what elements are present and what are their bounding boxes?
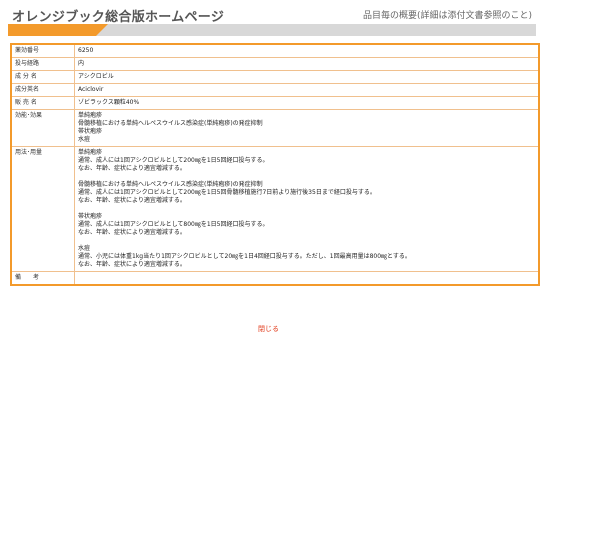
row-label: 販 売 名: [10, 96, 75, 110]
table-row: 備 考: [10, 271, 540, 286]
table-row: 成 分 名アシクロビル: [10, 70, 540, 84]
row-label: 用法･用量: [10, 146, 75, 272]
header-bar: [8, 24, 536, 36]
row-label: 備 考: [10, 271, 75, 286]
table-row: 薬効番号 6250: [10, 43, 540, 58]
table-row: 販 売 名ゾビラックス顆粒40%: [10, 96, 540, 110]
close-link[interactable]: 閉じる: [258, 324, 279, 334]
row-label: 成分英名: [10, 83, 75, 97]
row-value: 単純疱疹 骨髄移植における単純ヘルペスウイルス感染症(単純疱疹)の発症抑制 帯状…: [74, 109, 540, 147]
page-subtitle: 品目毎の概要(詳細は添付文書参照のこと): [362, 11, 532, 21]
header-bar-accent: [8, 24, 108, 36]
row-label: 薬効番号: [10, 43, 75, 58]
row-value: 6250: [74, 43, 540, 58]
row-value: [74, 271, 540, 286]
row-value: ゾビラックス顆粒40%: [74, 96, 540, 110]
page-header: オレンジブック総合版ホームページ 品目毎の概要(詳細は添付文書参照のこと): [8, 4, 536, 36]
row-value: 単純疱疹 通常、成人には1回アシクロビルとして200㎎を1日5回経口投与する。 …: [74, 146, 540, 272]
table-row: 効能･効果 単純疱疹 骨髄移植における単純ヘルペスウイルス感染症(単純疱疹)の発症…: [10, 109, 540, 147]
row-label: 成 分 名: [10, 70, 75, 84]
row-value: 内: [74, 57, 540, 71]
row-value: アシクロビル: [74, 70, 540, 84]
row-value: Aciclovir: [74, 83, 540, 97]
table-row: 投与経路内: [10, 57, 540, 71]
drug-info-table: 薬効番号 6250 投与経路内 成 分 名アシクロビル 成分英名 Aciclovir…: [10, 43, 540, 286]
row-label: 効能･効果: [10, 109, 75, 147]
row-label: 投与経路: [10, 57, 75, 71]
site-title: オレンジブック総合版ホームページ: [12, 10, 225, 25]
table-row: 成分英名 Aciclovir: [10, 83, 540, 97]
table-row: 用法･用量 単純疱疹 通常、成人には1回アシクロビルとして200㎎を1日5回経口投…: [10, 146, 540, 272]
